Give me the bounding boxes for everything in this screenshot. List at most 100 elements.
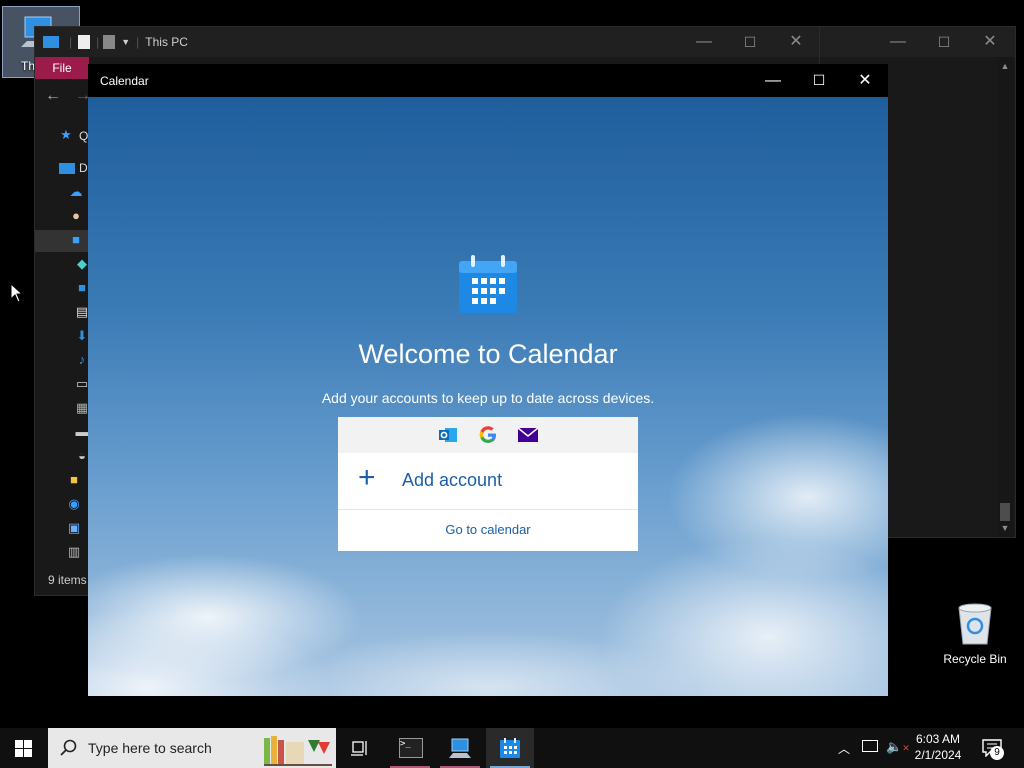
window-title: Calendar bbox=[100, 73, 149, 88]
notification-count-badge: 9 bbox=[990, 746, 1004, 760]
video-icon: ▦ bbox=[75, 400, 89, 415]
clock-time: 6:03 AM bbox=[915, 732, 961, 746]
sidebar-item-label: Q bbox=[79, 129, 89, 143]
go-to-calendar-link[interactable]: Go to calendar bbox=[338, 510, 638, 550]
search-highlights-illustration-icon bbox=[264, 732, 332, 766]
recycle-bin-icon: ▥ bbox=[67, 544, 81, 559]
sidebar-item-control-panel[interactable]: ▣ bbox=[35, 518, 89, 540]
scrollbar[interactable]: ▲ ▼ bbox=[997, 57, 1013, 537]
cd-drive-icon: ◒ bbox=[78, 448, 86, 463]
sidebar-item-network[interactable]: ◉ bbox=[35, 494, 89, 516]
music-icon: ♪ bbox=[78, 352, 86, 367]
divider: | bbox=[69, 35, 73, 49]
provider-icons-row bbox=[338, 417, 638, 453]
calendar-welcome-background: Welcome to Calendar Add your accounts to… bbox=[88, 97, 888, 696]
sidebar-item-quick-access[interactable]: ★ Q bbox=[35, 125, 89, 147]
maximize-button[interactable]: ☐ bbox=[921, 27, 967, 57]
status-bar-item-count: 9 items bbox=[48, 573, 87, 587]
drive-icon: ▬ bbox=[75, 424, 89, 439]
sidebar-item-3d-objects[interactable]: ◆ bbox=[35, 254, 89, 276]
search-icon bbox=[60, 739, 77, 756]
sidebar-item-documents[interactable]: ▤ bbox=[35, 302, 89, 324]
close-button[interactable]: ✕ bbox=[967, 27, 1013, 57]
desktop-icon-label: Recycle Bin bbox=[943, 652, 1007, 666]
user-icon: ● bbox=[72, 208, 80, 223]
clock-date: 2/1/2024 bbox=[914, 748, 962, 762]
cube-icon: ◆ bbox=[77, 256, 87, 271]
scroll-down-arrow-icon[interactable]: ▼ bbox=[997, 523, 1013, 533]
sidebar-item-cd-drive[interactable]: ◒ bbox=[35, 446, 89, 468]
pictures-icon: ▭ bbox=[75, 376, 89, 391]
sidebar-item-onedrive[interactable]: ☁ bbox=[35, 182, 89, 204]
windows-start-icon[interactable] bbox=[15, 740, 32, 757]
close-button[interactable]: ✕ bbox=[773, 27, 819, 57]
properties-icon[interactable] bbox=[78, 35, 91, 49]
action-center-button[interactable]: 9 bbox=[980, 738, 1006, 760]
sidebar-item-desktop[interactable]: D bbox=[35, 157, 89, 179]
close-button[interactable]: ✕ bbox=[842, 64, 888, 97]
sidebar-item-label: D bbox=[79, 161, 88, 175]
add-account-label: Add account bbox=[402, 470, 503, 490]
google-icon bbox=[479, 426, 496, 443]
divider: | bbox=[136, 35, 140, 49]
calendar-icon bbox=[500, 738, 520, 758]
minimize-button[interactable]: — bbox=[875, 27, 921, 57]
sidebar-item-pictures[interactable]: ▭ bbox=[35, 374, 89, 396]
mouse-cursor-icon bbox=[10, 283, 24, 303]
sidebar-item-downloads[interactable]: ⬇ bbox=[35, 326, 89, 348]
star-icon: ★ bbox=[60, 127, 72, 142]
calendar-window: Calendar — ☐ ✕ Welcome to Calendar Add y… bbox=[88, 64, 888, 696]
folder-icon: ■ bbox=[70, 472, 78, 487]
sidebar-item-recycle-bin[interactable]: ▥ bbox=[35, 542, 89, 564]
desktop-icon-label: Th bbox=[21, 59, 36, 73]
computer-icon: ■ bbox=[72, 232, 80, 247]
task-view-icon[interactable] bbox=[350, 739, 370, 757]
maximize-button[interactable]: ☐ bbox=[727, 27, 773, 57]
welcome-subtitle: Add your accounts to keep up to date acr… bbox=[321, 390, 655, 406]
terminal-icon: >_ bbox=[399, 738, 423, 758]
show-hidden-icons-chevron-icon[interactable]: ︿ bbox=[838, 740, 850, 756]
taskbar-app-calendar[interactable] bbox=[486, 728, 534, 768]
network-icon[interactable] bbox=[862, 740, 878, 756]
sidebar-item-desktop-folder[interactable]: ■ bbox=[35, 278, 89, 300]
quick-access-dropdown-icon[interactable]: ▼ bbox=[121, 37, 130, 47]
recycle-bin-icon bbox=[958, 603, 992, 645]
control-panel-icon: ▣ bbox=[67, 520, 81, 535]
scroll-thumb[interactable] bbox=[1000, 503, 1010, 521]
account-card: + Add account Go to calendar bbox=[338, 417, 638, 551]
back-arrow-icon[interactable]: ← bbox=[45, 87, 61, 105]
calendar-icon bbox=[459, 255, 517, 313]
sidebar-item-libraries[interactable]: ■ bbox=[35, 470, 89, 492]
this-pc-icon bbox=[43, 36, 59, 48]
sidebar-item-user[interactable]: ● bbox=[35, 206, 89, 228]
outlook-icon bbox=[439, 428, 457, 442]
sidebar-item-local-disk[interactable]: ▬ bbox=[35, 422, 89, 444]
document-icon: ▤ bbox=[75, 304, 89, 319]
cloud-icon: ☁ bbox=[69, 184, 83, 199]
mail-icon bbox=[517, 427, 539, 442]
file-tab[interactable]: File bbox=[35, 57, 89, 79]
plus-icon: + bbox=[358, 461, 376, 494]
taskbar-app-file-explorer[interactable] bbox=[436, 728, 484, 768]
sidebar-item-videos[interactable]: ▦ bbox=[35, 398, 89, 420]
search-box[interactable]: Type here to search bbox=[48, 728, 336, 768]
sidebar-item-this-pc[interactable]: ■ bbox=[35, 230, 89, 252]
clock[interactable]: 6:03 AM 2/1/2024 bbox=[906, 728, 970, 768]
sidebar-item-music[interactable]: ♪ bbox=[35, 350, 89, 372]
window-title: This PC bbox=[145, 35, 188, 49]
add-account-button[interactable]: + Add account bbox=[338, 453, 638, 510]
download-icon: ⬇ bbox=[76, 328, 88, 343]
taskbar: Type here to search >_ ︿ 🔈✕ 6:03 AM 2/1/… bbox=[0, 728, 1024, 768]
desktop-folder-icon: ■ bbox=[78, 280, 86, 295]
maximize-button[interactable]: ☐ bbox=[796, 64, 842, 97]
taskbar-app-terminal[interactable]: >_ bbox=[386, 728, 434, 768]
network-icon: ◉ bbox=[68, 496, 80, 511]
new-folder-icon[interactable] bbox=[103, 35, 116, 49]
desktop-icon-recycle-bin[interactable]: Recycle Bin bbox=[938, 600, 1012, 670]
computer-icon bbox=[449, 738, 471, 758]
scroll-up-arrow-icon[interactable]: ▲ bbox=[997, 61, 1013, 71]
minimize-button[interactable]: — bbox=[750, 64, 796, 97]
desktop-icon bbox=[59, 163, 75, 174]
minimize-button[interactable]: — bbox=[681, 27, 727, 57]
search-placeholder: Type here to search bbox=[88, 740, 212, 756]
